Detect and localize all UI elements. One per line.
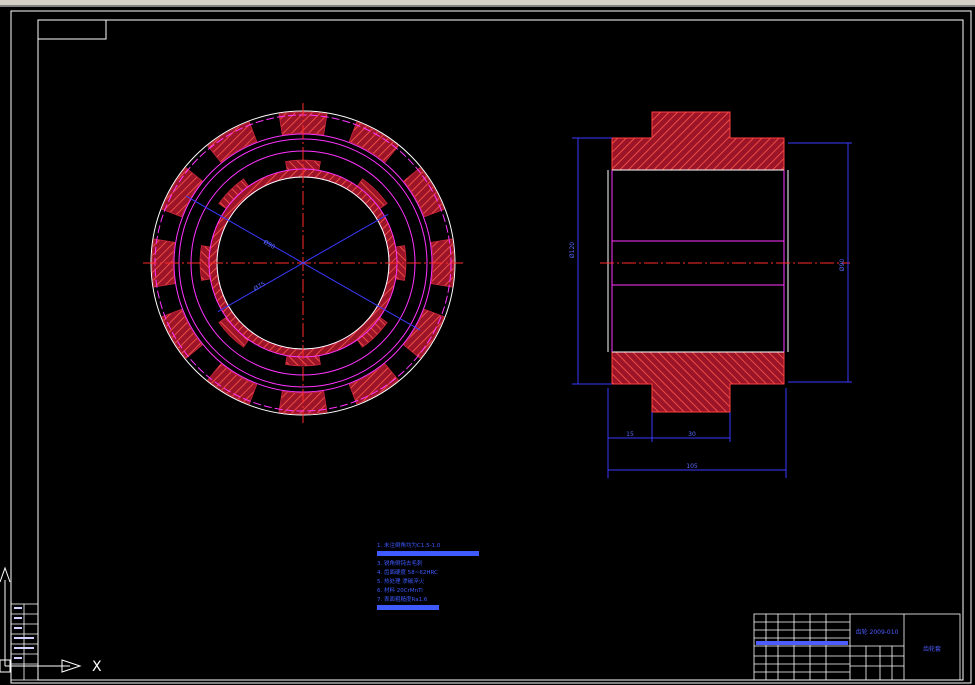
- outer-spline-tooth: [161, 308, 203, 359]
- outer-spline-tooth: [403, 167, 445, 218]
- dim-left-height: Ø120: [569, 242, 576, 258]
- note-line: 3. 锐角倒钝去毛刺: [377, 559, 423, 567]
- outer-frame: [10, 10, 972, 684]
- top-toolbar-strip: [0, 0, 975, 7]
- revision-box: [10, 603, 39, 681]
- outer-spline-tooth: [348, 363, 399, 405]
- drawing-title: 齿轮 2009-010: [856, 628, 899, 636]
- front-view-gear[interactable]: Ø90Ø75: [143, 103, 463, 423]
- outer-spline-tooth: [161, 167, 203, 218]
- note-bar: [377, 605, 439, 610]
- corner-tag-box: [37, 19, 107, 40]
- ucs-x-label: X: [92, 659, 102, 675]
- note-line: 4. 齿面硬度 58~62HRC: [377, 568, 438, 576]
- outer-spline-tooth: [348, 121, 399, 163]
- section-bottom-hatch: [611, 351, 785, 413]
- note-line: 1. 未注倒角均为C1.5-1.0: [377, 541, 441, 549]
- ucs-axis-icon: [0, 566, 82, 673]
- outer-spline-tooth: [403, 308, 445, 359]
- cad-drawing-canvas[interactable]: Ø90Ø75 Ø120 Ø90 15 30 105 1. 未注倒角均为C1.5-…: [0, 0, 975, 685]
- title-block-fill-strip: [756, 641, 848, 645]
- note-bar: [377, 551, 479, 556]
- dim-right-height: Ø90: [839, 259, 846, 272]
- dim-width-a: 15: [626, 431, 634, 438]
- outer-spline-tooth: [207, 363, 258, 405]
- note-line: 5. 热处理 渗碳淬火: [377, 577, 425, 585]
- inner-frame: [37, 19, 964, 681]
- drawing-name: 齿轮套: [923, 645, 941, 653]
- section-top-hatch: [611, 111, 785, 171]
- technical-notes: 1. 未注倒角均为C1.5-1.0 3. 锐角倒钝去毛刺 4. 齿面硬度 58~…: [377, 541, 479, 610]
- side-section-view[interactable]: Ø120 Ø90 15 30 105: [569, 111, 852, 478]
- note-line: 7. 表面粗糙度Ra1.6: [377, 595, 428, 603]
- dim-width-total: 105: [686, 463, 698, 470]
- note-line: 6. 材料 20CrMnTi: [377, 586, 423, 594]
- outer-spline-tooth: [207, 121, 258, 163]
- dimension-lines: [572, 137, 852, 478]
- dim-width-b: 30: [688, 431, 696, 438]
